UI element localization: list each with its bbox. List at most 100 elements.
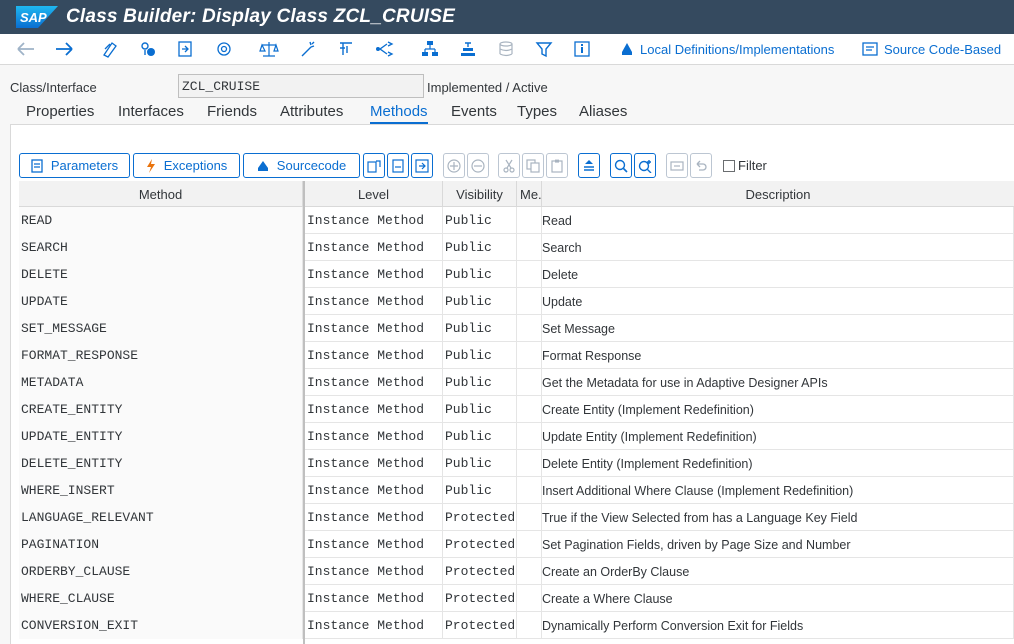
source-code-based-button[interactable]: Source Code-Based bbox=[862, 39, 1001, 59]
visibility-cell[interactable]: Public bbox=[443, 234, 517, 261]
insert-row-icon[interactable] bbox=[443, 153, 465, 178]
table-row[interactable]: UPDATE_ENTITY Instance Method Public Update… bbox=[19, 423, 1014, 450]
test-icon[interactable] bbox=[335, 38, 357, 60]
paste-icon[interactable] bbox=[546, 153, 568, 178]
documentation-icon[interactable] bbox=[387, 153, 409, 178]
visibility-cell[interactable]: Public bbox=[443, 261, 517, 288]
level-cell[interactable]: Instance Method bbox=[305, 342, 443, 369]
level-cell[interactable]: Instance Method bbox=[305, 585, 443, 612]
description-cell[interactable]: Get the Metadata for use in Adaptive Des… bbox=[542, 369, 1014, 396]
method-cell[interactable]: LANGUAGE_RELEVANT bbox=[19, 504, 303, 531]
method-type-cell[interactable] bbox=[517, 396, 542, 423]
method-cell[interactable]: DELETE bbox=[19, 261, 303, 288]
method-type-cell[interactable] bbox=[517, 585, 542, 612]
other-object-icon[interactable] bbox=[174, 38, 196, 60]
description-cell[interactable]: Update Entity (Implement Redefinition) bbox=[542, 423, 1014, 450]
visibility-cell[interactable]: Public bbox=[443, 207, 517, 234]
cut-icon[interactable] bbox=[498, 153, 520, 178]
exceptions-button[interactable]: Exceptions bbox=[133, 153, 240, 178]
delete-row-icon[interactable] bbox=[467, 153, 489, 178]
visibility-cell[interactable]: Public bbox=[443, 342, 517, 369]
sourcecode-button[interactable]: Sourcecode bbox=[243, 153, 360, 178]
visibility-cell[interactable]: Public bbox=[443, 288, 517, 315]
method-cell[interactable]: WHERE_INSERT bbox=[19, 477, 303, 504]
method-cell[interactable]: SEARCH bbox=[19, 234, 303, 261]
filter-checkbox[interactable]: Filter bbox=[723, 158, 767, 173]
description-cell[interactable]: Dynamically Perform Conversion Exit for … bbox=[542, 612, 1014, 639]
method-cell[interactable]: CREATE_ENTITY bbox=[19, 396, 303, 423]
table-row[interactable]: UPDATE Instance Method Public Update bbox=[19, 288, 1014, 315]
level-cell[interactable]: Instance Method bbox=[305, 207, 443, 234]
fixed-column-separator[interactable] bbox=[303, 181, 305, 644]
method-cell[interactable]: CONVERSION_EXIT bbox=[19, 612, 303, 639]
find-next-icon[interactable] bbox=[634, 153, 656, 178]
method-type-cell[interactable] bbox=[517, 369, 542, 396]
parameters-button[interactable]: Parameters bbox=[19, 153, 130, 178]
local-definitions-button[interactable]: Local Definitions/Implementations bbox=[620, 39, 834, 59]
method-cell[interactable]: METADATA bbox=[19, 369, 303, 396]
navigate-icon[interactable] bbox=[457, 38, 479, 60]
visibility-cell[interactable]: Protected bbox=[443, 531, 517, 558]
tab-properties[interactable]: Properties bbox=[26, 103, 94, 120]
visibility-cell[interactable]: Public bbox=[443, 369, 517, 396]
table-row[interactable]: LANGUAGE_RELEVANT Instance Method Protecte… bbox=[19, 504, 1014, 531]
table-row[interactable]: READ Instance Method Public Read bbox=[19, 207, 1014, 234]
hierarchy-icon[interactable] bbox=[419, 38, 441, 60]
copy-icon[interactable] bbox=[522, 153, 544, 178]
visibility-cell[interactable]: Public bbox=[443, 315, 517, 342]
tab-attributes[interactable]: Attributes bbox=[280, 103, 343, 120]
method-cell[interactable]: ORDERBY_CLAUSE bbox=[19, 558, 303, 585]
method-cell[interactable]: PAGINATION bbox=[19, 531, 303, 558]
level-cell[interactable]: Instance Method bbox=[305, 288, 443, 315]
method-type-cell[interactable] bbox=[517, 612, 542, 639]
column-header-description[interactable]: Description bbox=[542, 181, 1014, 207]
table-row[interactable]: WHERE_CLAUSE Instance Method Protected Crea… bbox=[19, 585, 1014, 612]
active-inactive-icon[interactable] bbox=[137, 38, 159, 60]
method-type-cell[interactable] bbox=[517, 558, 542, 585]
level-cell[interactable]: Instance Method bbox=[305, 450, 443, 477]
forward-icon[interactable] bbox=[53, 38, 75, 60]
enhance-icon[interactable] bbox=[495, 38, 517, 60]
change-display-icon[interactable] bbox=[99, 38, 121, 60]
description-cell[interactable]: True if the View Selected from has a Lan… bbox=[542, 504, 1014, 531]
table-row[interactable]: WHERE_INSERT Instance Method Public Insert … bbox=[19, 477, 1014, 504]
filter-icon[interactable] bbox=[533, 38, 555, 60]
description-cell[interactable]: Create Entity (Implement Redefinition) bbox=[542, 396, 1014, 423]
method-type-cell[interactable] bbox=[517, 207, 542, 234]
tab-aliases[interactable]: Aliases bbox=[579, 103, 627, 120]
table-row[interactable]: ORDERBY_CLAUSE Instance Method Protected Cr… bbox=[19, 558, 1014, 585]
method-type-cell[interactable] bbox=[517, 504, 542, 531]
level-cell[interactable]: Instance Method bbox=[305, 558, 443, 585]
table-row[interactable]: CONVERSION_EXIT Instance Method Protected D… bbox=[19, 612, 1014, 639]
visibility-cell[interactable]: Public bbox=[443, 396, 517, 423]
method-type-cell[interactable] bbox=[517, 288, 542, 315]
level-cell[interactable]: Instance Method bbox=[305, 612, 443, 639]
level-cell[interactable]: Instance Method bbox=[305, 477, 443, 504]
method-type-cell[interactable] bbox=[517, 531, 542, 558]
back-icon[interactable] bbox=[15, 38, 37, 60]
description-cell[interactable]: Create an OrderBy Clause bbox=[542, 558, 1014, 585]
table-row[interactable]: DELETE_ENTITY Instance Method Public Delete… bbox=[19, 450, 1014, 477]
tab-interfaces[interactable]: Interfaces bbox=[118, 103, 184, 120]
method-cell[interactable]: UPDATE bbox=[19, 288, 303, 315]
class-interface-field[interactable]: ZCL_CRUISE bbox=[178, 74, 424, 98]
level-cell[interactable]: Instance Method bbox=[305, 396, 443, 423]
method-cell[interactable]: UPDATE_ENTITY bbox=[19, 423, 303, 450]
column-header-level[interactable]: Level bbox=[305, 181, 443, 207]
visibility-cell[interactable]: Public bbox=[443, 450, 517, 477]
description-cell[interactable]: Delete bbox=[542, 261, 1014, 288]
table-row[interactable]: METADATA Instance Method Public Get the Met… bbox=[19, 369, 1014, 396]
visibility-cell[interactable]: Protected bbox=[443, 558, 517, 585]
description-cell[interactable]: Set Message bbox=[542, 315, 1014, 342]
detail-view-icon[interactable] bbox=[363, 153, 385, 178]
activate-icon[interactable] bbox=[297, 38, 319, 60]
table-row[interactable]: PAGINATION Instance Method Protected Set Pa… bbox=[19, 531, 1014, 558]
description-cell[interactable]: Delete Entity (Implement Redefinition) bbox=[542, 450, 1014, 477]
description-cell[interactable]: Search bbox=[542, 234, 1014, 261]
info-icon[interactable] bbox=[571, 38, 593, 60]
description-cell[interactable]: Create a Where Clause bbox=[542, 585, 1014, 612]
method-type-cell[interactable] bbox=[517, 315, 542, 342]
table-row[interactable]: SEARCH Instance Method Public Search bbox=[19, 234, 1014, 261]
tab-events[interactable]: Events bbox=[451, 103, 497, 120]
visibility-cell[interactable]: Protected bbox=[443, 612, 517, 639]
